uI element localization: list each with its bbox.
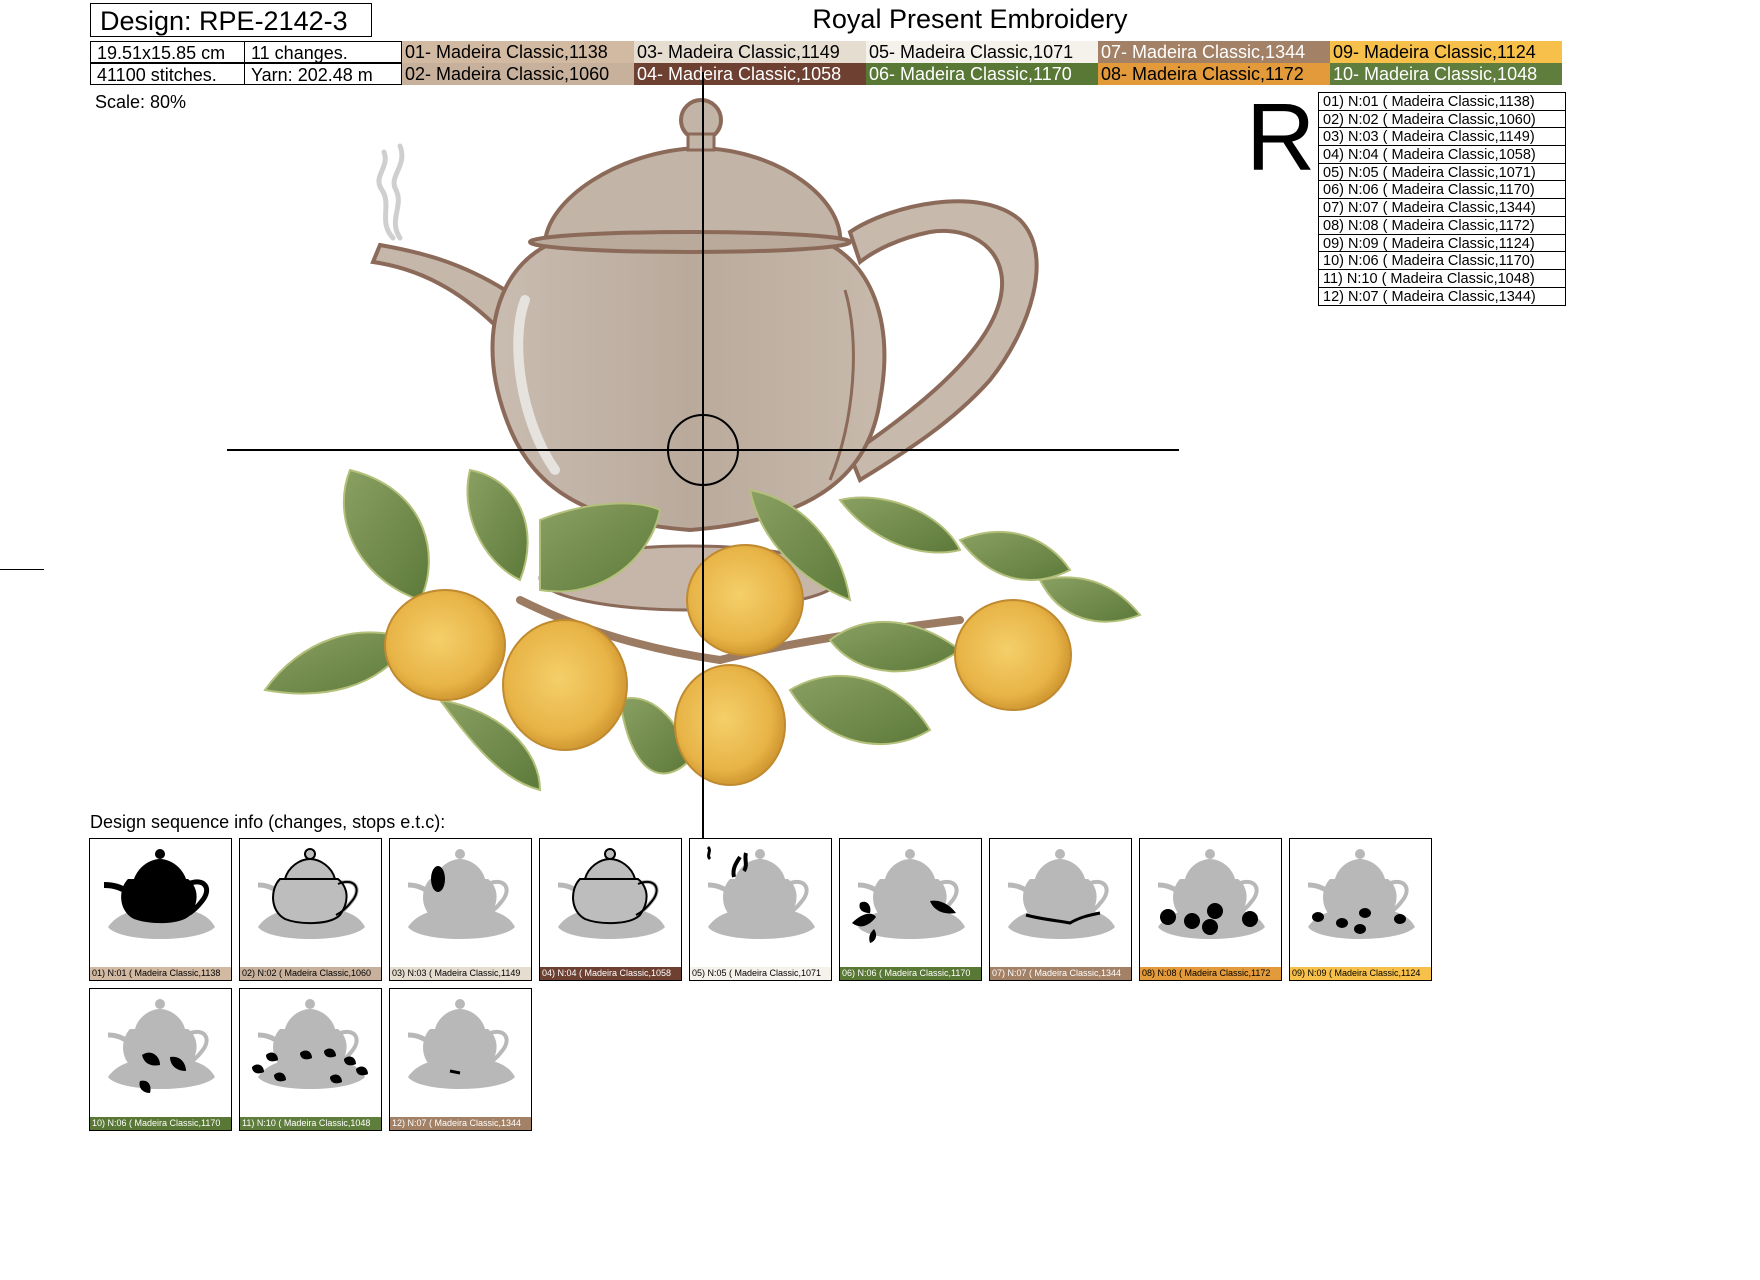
- center-crosshair: [227, 72, 1179, 843]
- teapot-spout-graphic: [370, 242, 508, 335]
- thumbnail-label: 11) N:10 ( Madeira Classic,1048: [240, 1117, 381, 1130]
- thumbnail-preview: [107, 999, 215, 1093]
- sequence-thumbnail: 08) N:08 ( Madeira Classic,1172: [1139, 838, 1282, 981]
- sequence-thumbnail: 02) N:02 ( Madeira Classic,1060: [239, 838, 382, 981]
- thumbnail-preview: [407, 849, 515, 939]
- sequence-thumbnail: 03) N:03 ( Madeira Classic,1149: [389, 838, 532, 981]
- thumbnail-label: 03) N:03 ( Madeira Classic,1149: [390, 967, 531, 980]
- thumbnail-label: 01) N:01 ( Madeira Classic,1138: [90, 967, 231, 980]
- thumbnail-label: 06) N:06 ( Madeira Classic,1170: [840, 967, 981, 980]
- sequence-thumbnail: 05) N:05 ( Madeira Classic,1071: [689, 838, 832, 981]
- thumbnail-preview: [1307, 849, 1415, 939]
- thumbnail-preview: [257, 848, 365, 939]
- steam-graphic: [376, 143, 405, 241]
- thumbnail-preview: [557, 848, 665, 939]
- sequence-thumbnail: 04) N:04 ( Madeira Classic,1058: [539, 838, 682, 981]
- thumbnail-preview: [706, 845, 815, 939]
- sequence-thumbnail: 12) N:07 ( Madeira Classic,1344: [389, 988, 532, 1131]
- thumbnail-preview: [1007, 849, 1115, 939]
- thumbnail-label: 12) N:07 ( Madeira Classic,1344: [390, 1117, 531, 1130]
- sequence-thumbnail: 01) N:01 ( Madeira Classic,1138: [89, 838, 232, 981]
- thumbnail-label: 08) N:08 ( Madeira Classic,1172: [1140, 967, 1281, 980]
- thumbnail-label: 04) N:04 ( Madeira Classic,1058: [540, 967, 681, 980]
- sequence-heading: Design sequence info (changes, stops e.t…: [90, 812, 446, 832]
- thumbnail-preview: [103, 849, 215, 939]
- thumbnail-preview: [1157, 849, 1265, 939]
- sequence-thumbnail: 09) N:09 ( Madeira Classic,1124: [1289, 838, 1432, 981]
- thumbnail-preview: [407, 999, 515, 1089]
- thumbnail-preview: [252, 999, 368, 1089]
- teapot-neck-graphic: [686, 132, 716, 152]
- sequence-thumbnail: 06) N:06 ( Madeira Classic,1170: [839, 838, 982, 981]
- sequence-thumbnail: 07) N:07 ( Madeira Classic,1344: [989, 838, 1132, 981]
- teapot-body-graphic: [490, 238, 887, 533]
- sequence-thumbnail: 10) N:06 ( Madeira Classic,1170: [89, 988, 232, 1131]
- thumbnail-label: 02) N:02 ( Madeira Classic,1060: [240, 967, 381, 980]
- thumbnail-label: 05) N:05 ( Madeira Classic,1071: [690, 967, 831, 980]
- thumbnail-label: 09) N:09 ( Madeira Classic,1124: [1290, 967, 1431, 980]
- thumbnail-label: 10) N:06 ( Madeira Classic,1170: [90, 1117, 231, 1130]
- sequence-thumbnail: 11) N:10 ( Madeira Classic,1048: [239, 988, 382, 1131]
- thumbnail-label: 07) N:07 ( Madeira Classic,1344: [990, 967, 1131, 980]
- thumbnail-preview: [852, 849, 965, 943]
- teapot-rim-graphic: [528, 230, 852, 254]
